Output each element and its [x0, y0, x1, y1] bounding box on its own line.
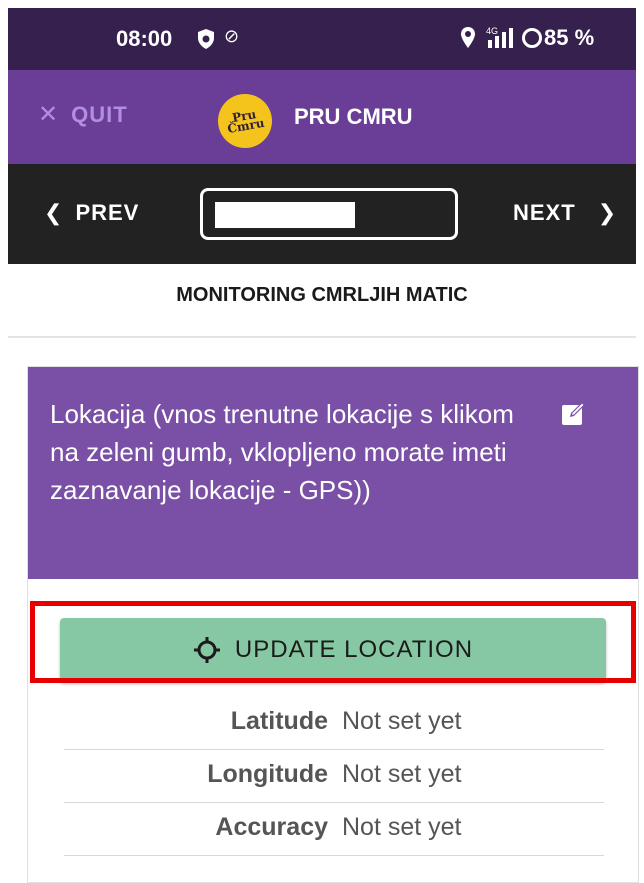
app-title: PRU CMRU: [294, 104, 413, 129]
app-bar: ✕ QUIT Pru Čmru PRU CMRU: [8, 70, 636, 164]
edit-icon[interactable]: [560, 399, 588, 427]
latitude-row: Latitude Not set yet: [64, 697, 604, 750]
network-type-label: 4G: [486, 26, 498, 36]
app-logo: Pru Čmru: [218, 94, 272, 148]
question-header: Lokacija (vnos trenutne lokacije s kliko…: [28, 367, 638, 579]
prev-label: PREV: [75, 200, 140, 225]
signal-icon: 4G: [486, 26, 513, 48]
quit-button[interactable]: ✕ QUIT: [38, 100, 128, 129]
form-navigation-bar: ❮ PREV NEXT ❯: [8, 164, 636, 264]
location-pin-icon: [461, 27, 475, 48]
status-bar: 08:00 ⊘ 4G 85 %: [8, 8, 636, 70]
status-time: 08:00: [116, 26, 173, 51]
annotation-highlight-box: [30, 601, 636, 683]
next-label: NEXT: [513, 200, 576, 225]
accuracy-label: Accuracy: [215, 813, 328, 841]
page-selector-value: [215, 202, 355, 228]
shield-icon: [198, 29, 214, 49]
next-button[interactable]: NEXT ❯: [513, 200, 617, 226]
page-selector[interactable]: [200, 188, 458, 240]
longitude-row: Longitude Not set yet: [64, 750, 604, 803]
location-fields: Latitude Not set yet Longitude Not set y…: [64, 697, 604, 856]
logo-text: Pru Čmru: [226, 107, 266, 137]
longitude-label: Longitude: [207, 760, 328, 788]
longitude-value: Not set yet: [342, 760, 462, 788]
accuracy-row: Accuracy Not set yet: [64, 803, 604, 856]
section-divider: [8, 336, 636, 338]
prev-button[interactable]: ❮ PREV: [44, 200, 139, 226]
battery-level: 85 %: [544, 25, 595, 50]
accuracy-value: Not set yet: [342, 813, 462, 841]
chevron-left-icon: ❮: [44, 200, 64, 225]
latitude-value: Not set yet: [342, 707, 462, 735]
quit-label: QUIT: [71, 101, 128, 127]
chevron-right-icon: ❯: [597, 200, 618, 225]
close-icon: ✕: [38, 101, 60, 128]
question-text: Lokacija (vnos trenutne lokacije s kliko…: [50, 399, 514, 505]
sync-icon: ⊘: [224, 26, 240, 46]
latitude-label: Latitude: [230, 707, 328, 735]
section-title: MONITORING CMRLJIH MATIC: [176, 284, 468, 306]
battery-ring-icon: [522, 28, 542, 48]
